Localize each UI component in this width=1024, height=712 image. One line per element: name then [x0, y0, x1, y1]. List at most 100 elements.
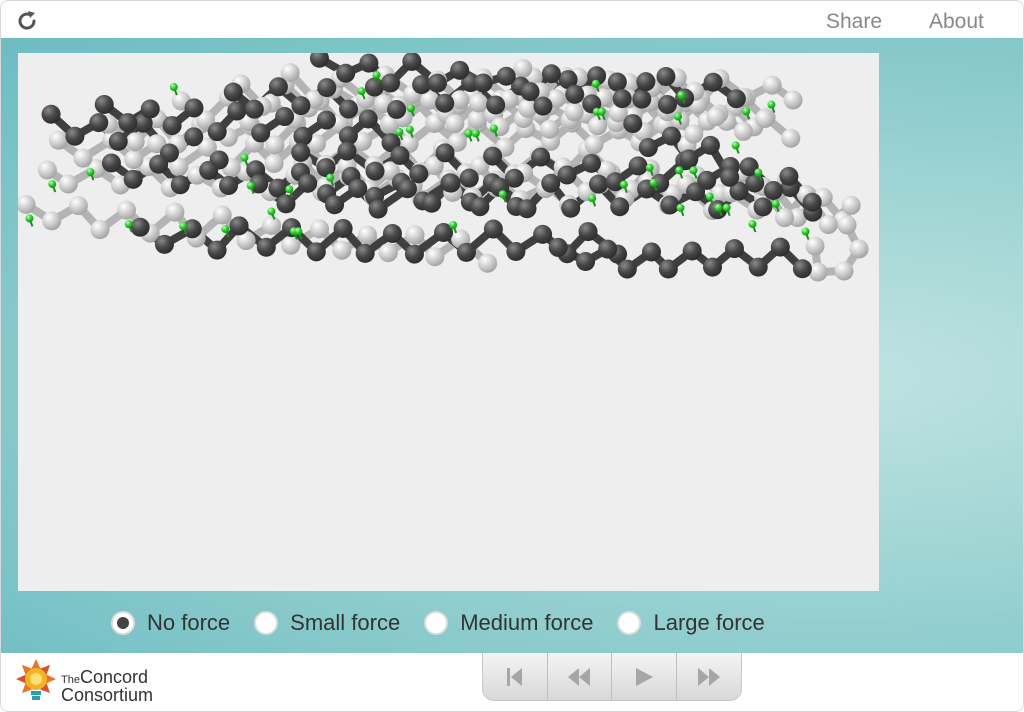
dark-atom[interactable] [268, 77, 288, 97]
light-atom[interactable] [117, 200, 137, 220]
hydrogen-atom[interactable] [597, 107, 606, 116]
dark-atom[interactable] [291, 96, 311, 116]
dark-atom[interactable] [359, 53, 379, 73]
radio-large-force[interactable] [617, 611, 642, 635]
dark-atom[interactable] [404, 244, 424, 264]
hydrogen-atom[interactable] [405, 125, 414, 134]
light-atom[interactable] [48, 130, 68, 150]
dark-atom[interactable] [473, 73, 493, 93]
dark-atom[interactable] [41, 104, 61, 124]
hydrogen-atom[interactable] [246, 181, 255, 190]
dark-atom[interactable] [561, 198, 581, 218]
dark-atom[interactable] [317, 78, 337, 98]
hydrogen-atom[interactable] [722, 203, 731, 212]
force-option-small[interactable]: Small force [254, 610, 400, 636]
light-atom[interactable] [762, 75, 782, 95]
dark-atom[interactable] [533, 96, 553, 116]
dark-atom[interactable] [610, 197, 630, 217]
dark-atom[interactable] [770, 237, 790, 257]
hydrogen-atom[interactable] [675, 166, 684, 175]
light-atom[interactable] [378, 243, 398, 263]
light-atom[interactable] [818, 215, 838, 235]
dark-atom[interactable] [483, 146, 503, 166]
light-atom[interactable] [357, 225, 377, 245]
dark-atom[interactable] [251, 123, 271, 143]
hydrogen-atom[interactable] [619, 180, 628, 189]
dark-atom[interactable] [565, 84, 585, 104]
light-atom[interactable] [73, 148, 93, 168]
radio-small-force[interactable] [254, 611, 279, 635]
dark-atom[interactable] [578, 222, 598, 242]
hydrogen-atom[interactable] [674, 112, 683, 121]
dark-atom[interactable] [531, 147, 551, 167]
dark-atom[interactable] [184, 98, 204, 118]
about-link[interactable]: About [929, 10, 984, 34]
hydrogen-atom[interactable] [748, 220, 757, 229]
dark-atom[interactable] [612, 89, 632, 109]
dark-atom[interactable] [154, 234, 174, 254]
dark-atom[interactable] [382, 223, 402, 243]
hydrogen-atom[interactable] [714, 203, 723, 212]
hydrogen-atom[interactable] [689, 166, 698, 175]
dark-atom[interactable] [316, 158, 336, 178]
dark-atom[interactable] [365, 161, 385, 181]
dark-atom[interactable] [748, 257, 768, 277]
dark-atom[interactable] [123, 169, 143, 189]
light-atom[interactable] [564, 102, 584, 122]
force-option-medium[interactable]: Medium force [424, 610, 593, 636]
dark-atom[interactable] [368, 199, 388, 219]
light-atom[interactable] [68, 196, 88, 216]
dark-atom[interactable] [456, 242, 476, 262]
light-atom[interactable] [469, 93, 489, 113]
dark-atom[interactable] [598, 239, 618, 259]
hydrogen-atom[interactable] [705, 192, 714, 201]
hydrogen-atom[interactable] [767, 100, 776, 109]
dark-atom[interactable] [333, 218, 353, 238]
light-atom[interactable] [781, 128, 801, 148]
radio-no-force[interactable] [111, 611, 135, 635]
dark-atom[interactable] [658, 259, 678, 279]
dark-atom[interactable] [337, 141, 357, 161]
light-atom[interactable] [783, 90, 803, 110]
dark-atom[interactable] [581, 153, 601, 173]
dark-atom[interactable] [470, 197, 490, 217]
dark-atom[interactable] [229, 216, 249, 236]
step-forward-button[interactable] [677, 653, 742, 701]
share-link[interactable]: Share [826, 10, 882, 34]
light-atom[interactable] [42, 211, 62, 231]
dark-atom[interactable] [541, 173, 561, 193]
dark-atom[interactable] [628, 156, 648, 176]
dark-atom[interactable] [140, 99, 160, 119]
light-atom[interactable] [332, 240, 352, 260]
dark-atom[interactable] [588, 174, 608, 194]
reload-icon[interactable] [15, 9, 39, 33]
dark-atom[interactable] [435, 93, 455, 113]
dark-atom[interactable] [339, 99, 359, 119]
dark-atom[interactable] [108, 131, 128, 151]
hydrogen-atom[interactable] [754, 168, 763, 177]
radio-medium-force[interactable] [424, 611, 449, 635]
light-atom[interactable] [478, 253, 498, 273]
dark-atom[interactable] [380, 73, 400, 93]
concord-consortium-logo[interactable]: TheConcord Consortium [15, 657, 175, 709]
dark-atom[interactable] [661, 126, 681, 146]
dark-atom[interactable] [703, 257, 723, 277]
hydrogen-atom[interactable] [25, 214, 34, 223]
dark-atom[interactable] [638, 138, 658, 158]
dark-atom[interactable] [223, 82, 243, 102]
step-back-button[interactable] [548, 653, 612, 701]
dark-atom[interactable] [541, 64, 561, 84]
hydrogen-atom[interactable] [649, 178, 658, 187]
light-atom[interactable] [837, 215, 857, 235]
hydrogen-atom[interactable] [267, 207, 276, 216]
dark-atom[interactable] [486, 95, 506, 115]
dark-atom[interactable] [162, 116, 182, 136]
dark-atom[interactable] [427, 73, 447, 93]
light-atom[interactable] [425, 247, 445, 267]
dark-atom[interactable] [89, 113, 109, 133]
dark-atom[interactable] [336, 63, 356, 83]
hydrogen-atom[interactable] [801, 227, 810, 236]
dark-atom[interactable] [675, 88, 695, 108]
dark-atom[interactable] [682, 241, 702, 261]
dark-atom[interactable] [130, 217, 150, 237]
